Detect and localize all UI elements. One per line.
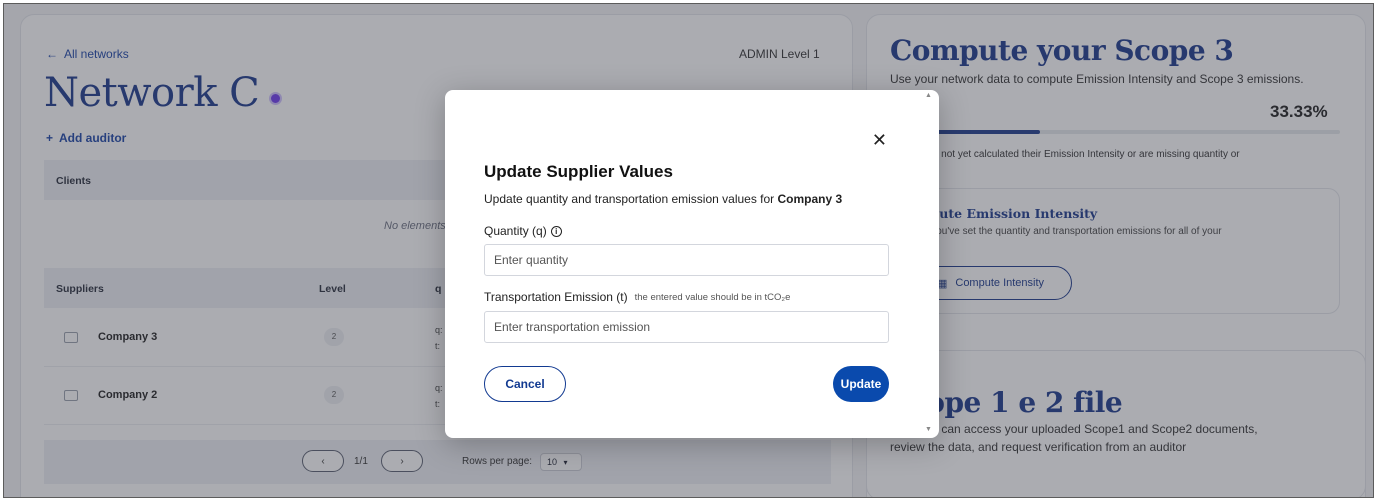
transport-label: Transportation Emission (t) the entered … [484, 290, 790, 304]
quantity-label-text: Quantity (q) [484, 224, 547, 238]
modal-title: Update Supplier Values [484, 162, 673, 181]
cancel-button[interactable]: Cancel [484, 366, 566, 402]
update-button[interactable]: Update [833, 366, 889, 402]
scroll-up-arrow-icon[interactable]: ▲ [925, 92, 932, 99]
quantity-label: Quantity (q) i [484, 224, 562, 238]
transport-hint: the entered value should be in tCO₂e [634, 291, 791, 303]
transport-emission-input[interactable] [484, 311, 889, 343]
update-supplier-modal: ✕ Update Supplier Values Update quantity… [445, 90, 939, 438]
modal-description: Update quantity and transportation emiss… [484, 192, 842, 206]
info-icon[interactable]: i [550, 225, 562, 237]
transport-label-text: Transportation Emission (t) [484, 290, 628, 304]
quantity-input[interactable] [484, 244, 889, 276]
modal-company-name: Company 3 [777, 192, 843, 206]
app-window: ← All networks ADMIN Level 1 Network C +… [3, 3, 1374, 498]
close-icon[interactable]: ✕ [872, 130, 887, 151]
modal-description-text: Update quantity and transportation emiss… [484, 192, 778, 206]
scroll-down-arrow-icon[interactable]: ▼ [925, 426, 932, 433]
